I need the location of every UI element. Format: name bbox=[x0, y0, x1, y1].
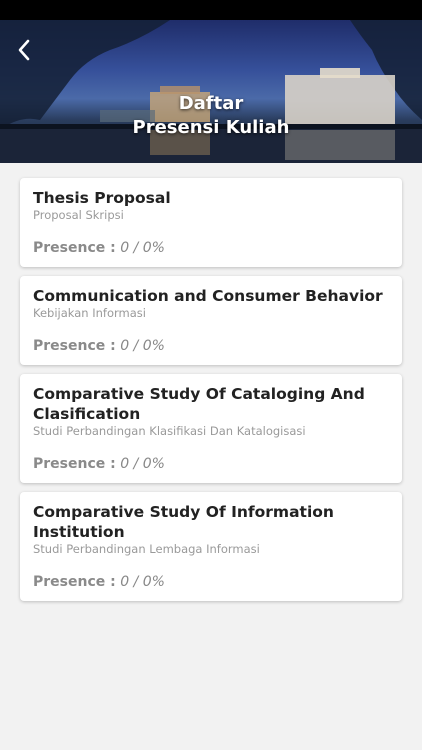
presence-row: Presence : 0 / 0% bbox=[33, 239, 389, 257]
course-card[interactable]: Comparative Study Of Information Institu… bbox=[20, 492, 402, 601]
presence-label: Presence : bbox=[33, 338, 116, 354]
presence-label: Presence : bbox=[33, 456, 116, 472]
presence-value: 0 / 0% bbox=[120, 338, 165, 354]
presence-value: 0 / 0% bbox=[120, 240, 165, 256]
header-banner: Daftar Presensi Kuliah bbox=[0, 20, 422, 163]
status-bar bbox=[0, 0, 422, 20]
presence-value: 0 / 0% bbox=[120, 574, 165, 590]
presence-label: Presence : bbox=[33, 574, 116, 590]
course-title: Comparative Study Of Information Institu… bbox=[33, 503, 334, 541]
course-title: Communication and Consumer Behavior bbox=[33, 287, 383, 305]
course-subtitle: Kebijakan Informasi bbox=[33, 306, 146, 320]
course-card[interactable]: Communication and Consumer Behavior Kebi… bbox=[20, 276, 402, 365]
course-list: Thesis Proposal Proposal Skripsi Presenc… bbox=[20, 178, 402, 610]
page-title-line2: Presensi Kuliah bbox=[132, 117, 290, 138]
page-title-line1: Daftar bbox=[178, 93, 244, 114]
chevron-left-icon bbox=[18, 39, 30, 61]
presence-label: Presence : bbox=[33, 240, 116, 256]
course-card[interactable]: Thesis Proposal Proposal Skripsi Presenc… bbox=[20, 178, 402, 267]
course-subtitle: Studi Perbandingan Klasifikasi Dan Katal… bbox=[33, 424, 306, 438]
presence-row: Presence : 0 / 0% bbox=[33, 455, 389, 473]
page-title: Daftar Presensi Kuliah bbox=[0, 92, 422, 140]
back-button[interactable] bbox=[8, 34, 40, 66]
course-subtitle: Proposal Skripsi bbox=[33, 208, 124, 222]
course-title: Comparative Study Of Cataloging And Clas… bbox=[33, 385, 365, 423]
presence-row: Presence : 0 / 0% bbox=[33, 337, 389, 355]
course-subtitle: Studi Perbandingan Lembaga Informasi bbox=[33, 542, 260, 556]
course-card[interactable]: Comparative Study Of Cataloging And Clas… bbox=[20, 374, 402, 483]
course-title: Thesis Proposal bbox=[33, 189, 171, 207]
presence-value: 0 / 0% bbox=[120, 456, 165, 472]
presence-row: Presence : 0 / 0% bbox=[33, 573, 389, 591]
